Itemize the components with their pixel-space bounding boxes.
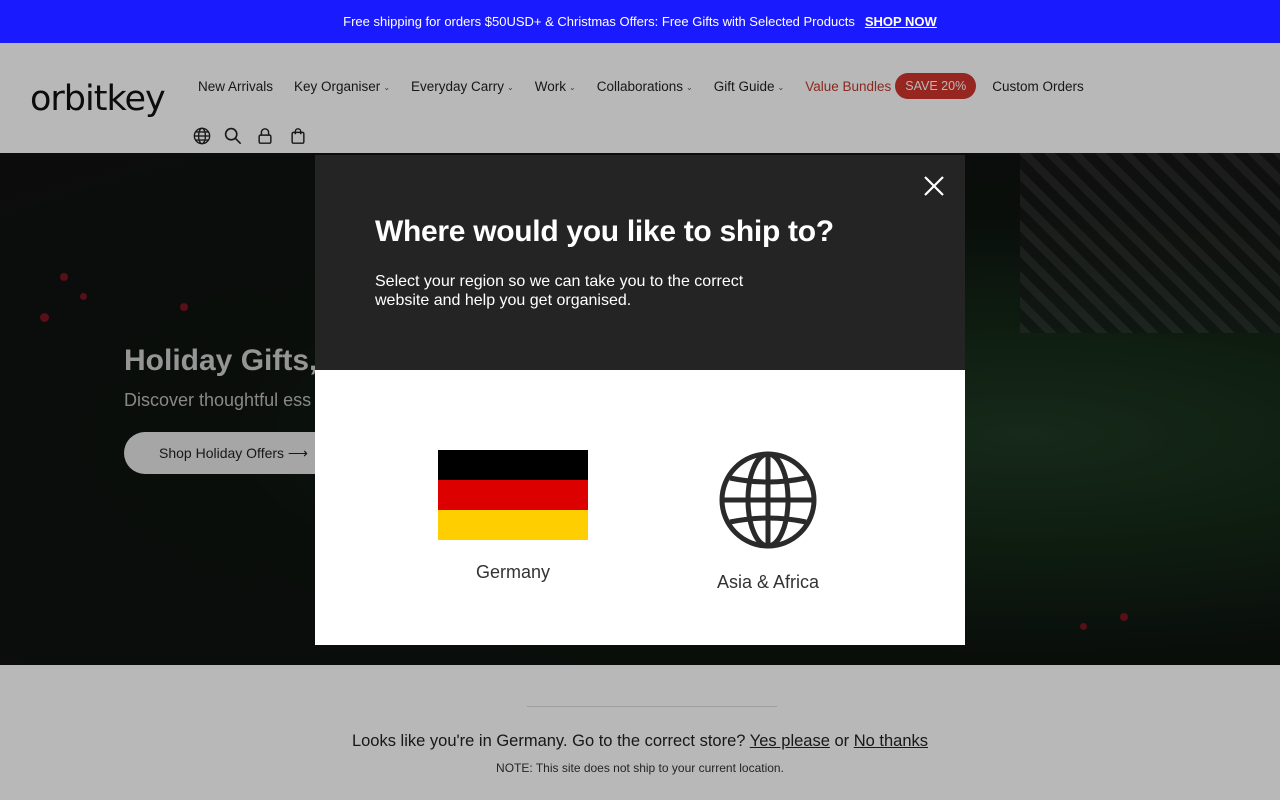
- close-icon[interactable]: [921, 173, 947, 199]
- modal-title: Where would you like to ship to?: [375, 215, 834, 248]
- shop-now-link[interactable]: SHOP NOW: [865, 14, 937, 29]
- ship-region-modal: Where would you like to ship to? Select …: [315, 155, 965, 645]
- announcement-text: Free shipping for orders $50USD+ & Chris…: [343, 14, 855, 29]
- germany-flag-icon: [438, 450, 588, 540]
- region-label: Asia & Africa: [716, 572, 820, 592]
- modal-description: Select your region so we can take you to…: [375, 273, 744, 309]
- region-label: Germany: [475, 562, 551, 582]
- region-option-asia-africa[interactable]: Asia & Africa: [698, 450, 838, 593]
- modal-header: Where would you like to ship to? Select …: [315, 155, 965, 370]
- globe-icon: [719, 451, 817, 549]
- region-options: Germany Asia & Africa: [315, 370, 965, 645]
- announcement-bar: Free shipping for orders $50USD+ & Chris…: [0, 0, 1280, 43]
- region-option-germany[interactable]: Germany: [438, 450, 588, 583]
